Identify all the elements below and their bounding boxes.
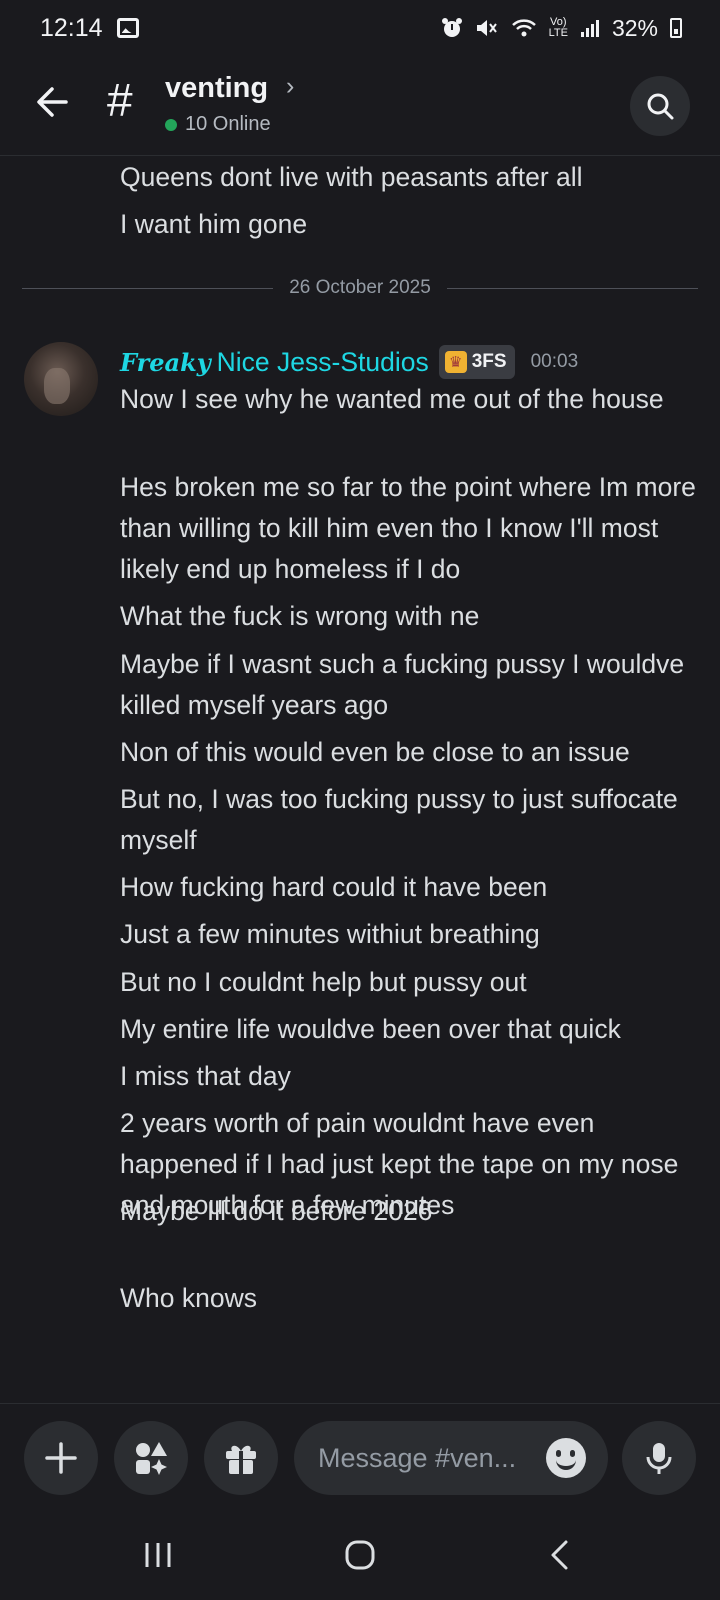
plus-icon xyxy=(45,1442,77,1474)
message-line: I want him gone xyxy=(120,209,308,239)
message-line: Maybe if I wasnt such a fucking pussy I … xyxy=(120,649,685,720)
mute-icon xyxy=(475,17,499,39)
battery-percent: 32% xyxy=(611,14,658,41)
author-name[interactable]: Nice Jess-Studios xyxy=(217,347,429,378)
search-icon xyxy=(647,93,674,120)
back-chevron-icon xyxy=(551,1540,568,1570)
status-time: 12:14 xyxy=(40,13,103,42)
crown-icon: ♛ xyxy=(444,351,467,373)
alarm-icon xyxy=(441,17,463,39)
network-label: LTE xyxy=(548,27,568,39)
message-line: Now I see why he wanted me out of the ho… xyxy=(120,384,664,414)
message-author-row: Freaky Nice Jess-Studios ♛ 3FS 00:03 xyxy=(120,341,578,383)
add-button[interactable] xyxy=(24,1421,98,1495)
divider-line xyxy=(446,287,699,289)
online-status: 10 Online xyxy=(165,113,271,136)
message-line: How fucking hard could it have been xyxy=(120,872,548,902)
microphone-icon xyxy=(646,1443,672,1474)
message-line: Who knows xyxy=(120,1283,257,1313)
divider-line xyxy=(22,287,274,289)
volte-icon: Vo) LTE xyxy=(548,16,568,39)
gift-icon xyxy=(226,1445,256,1474)
voice-message-button[interactable] xyxy=(622,1421,696,1495)
message-input-placeholder: Message #ven... xyxy=(318,1442,517,1473)
home-button[interactable] xyxy=(320,1527,400,1583)
message-line: Hes broken me so far to the point where … xyxy=(120,472,696,584)
gift-button[interactable] xyxy=(204,1421,278,1495)
search-button[interactable] xyxy=(630,76,690,136)
channel-hash-icon: # xyxy=(107,74,133,126)
message-line: Queens dont live with peasants after all xyxy=(120,162,583,192)
apps-button[interactable] xyxy=(114,1421,188,1495)
message-input[interactable]: Message #ven... xyxy=(294,1421,608,1495)
message-line: I miss that day xyxy=(120,1061,291,1091)
system-navigation-bar xyxy=(0,1513,720,1600)
home-icon xyxy=(345,1540,375,1570)
wifi-icon xyxy=(511,17,537,39)
message-timestamp: 00:03 xyxy=(530,351,579,372)
server-tag-badge[interactable]: ♛ 3FS xyxy=(438,345,515,379)
message-line: Maybe Ill do it before 2026 xyxy=(120,1196,433,1226)
recent-apps-button[interactable] xyxy=(118,1527,198,1583)
back-arrow-icon[interactable] xyxy=(30,80,74,124)
message-line: But no I couldnt help but pussy out xyxy=(120,967,527,997)
message-line: Just a few minutes withiut breathing xyxy=(120,919,540,949)
apps-icon xyxy=(136,1442,167,1475)
recent-apps-icon xyxy=(145,1543,171,1567)
date-divider: 26 October 2025 xyxy=(22,273,699,303)
author-name-prefix[interactable]: Freaky xyxy=(120,348,211,377)
avatar[interactable] xyxy=(24,342,98,416)
message-composer: Message #ven... xyxy=(0,1403,720,1513)
message-line: What the fuck is wrong with ne xyxy=(120,601,480,631)
server-tag-label: 3FS xyxy=(471,351,507,372)
online-dot-icon xyxy=(165,118,177,131)
date-divider-label: 26 October 2025 xyxy=(289,277,431,298)
back-button[interactable] xyxy=(520,1527,600,1583)
status-bar: 12:14 Vo) LTE 32% xyxy=(0,0,720,56)
chevron-right-icon[interactable]: › xyxy=(286,72,294,101)
message-list[interactable]: Queens dont live with peasants after all… xyxy=(0,157,720,1402)
message-line: Non of this would even be close to an is… xyxy=(120,737,630,767)
battery-icon xyxy=(670,18,682,38)
message-line: But no, I was too fucking pussy to just … xyxy=(120,784,678,855)
signal-icon xyxy=(580,18,600,38)
gallery-icon xyxy=(116,18,139,38)
channel-header: # venting › 10 Online xyxy=(0,58,720,156)
message-line: My entire life wouldve been over that qu… xyxy=(120,1014,621,1044)
online-count: 10 Online xyxy=(185,113,271,135)
emoji-icon[interactable] xyxy=(546,1438,586,1478)
channel-name[interactable]: venting xyxy=(165,72,268,105)
